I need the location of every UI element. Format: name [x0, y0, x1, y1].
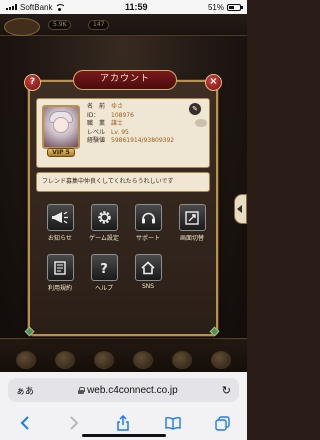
exp-row: 経験値 59861914/93809392 [87, 137, 175, 145]
home-indicator [82, 434, 166, 437]
help-button[interactable]: ? [24, 74, 41, 91]
url-text: web.c4connect.co.jp [87, 384, 178, 396]
url-display[interactable]: web.c4connect.co.jp [78, 385, 178, 396]
megaphone-icon [46, 204, 74, 231]
tabs-button[interactable] [211, 414, 233, 432]
menu-item-help[interactable]: ? ヘルプ [82, 254, 126, 302]
player-name: ゆさ [111, 103, 124, 110]
share-button[interactable] [112, 414, 134, 432]
profile-card: VIP 5 名 前 ゆさ ID： 108976 職 業 謀士 レベル Lv. 9… [36, 98, 210, 168]
help-icon: ? [90, 254, 118, 281]
status-left: SoftBank [6, 2, 65, 12]
menu-item-screen-switch[interactable]: 画面切替 [170, 204, 214, 252]
edit-icon[interactable]: ✎ [189, 103, 201, 115]
battery-icon [226, 3, 243, 11]
forward-button[interactable] [63, 414, 85, 432]
player-exp: 59861914/93809392 [111, 137, 175, 145]
menu-item-terms[interactable]: 利用規約 [38, 254, 82, 302]
bookmarks-button[interactable] [162, 414, 184, 432]
menu-item-support[interactable]: サポート [126, 204, 170, 252]
job-row: 職 業 謀士 [87, 120, 124, 128]
screen-switch-icon [178, 204, 206, 231]
wifi-icon [55, 3, 65, 11]
account-modal: アカウント ? × VIP 5 名 前 ゆさ ID： 108976 職 業 謀士… [24, 70, 222, 337]
level-row: レベル Lv. 95 [87, 128, 129, 136]
account-menu: お知らせ ゲーム設定 サポート 画面切替 利用規約 ? ヘルプ SNS [38, 204, 214, 334]
home-icon [134, 254, 162, 281]
reader-options-button[interactable]: ぁあ [16, 384, 34, 397]
emblem-icon [195, 119, 207, 127]
gear-icon [90, 204, 118, 231]
status-right: 51% [207, 2, 243, 12]
address-field[interactable]: ぁあ web.c4connect.co.jp ↻ [8, 378, 239, 402]
side-drawer-tab[interactable] [234, 194, 247, 224]
menu-item-news[interactable]: お知らせ [38, 204, 82, 252]
menu-item-settings[interactable]: ゲーム設定 [82, 204, 126, 252]
menu-item-sns[interactable]: SNS [126, 254, 170, 302]
signal-icon [6, 4, 17, 10]
close-button[interactable]: × [205, 74, 222, 91]
player-level: Lv. 95 [111, 128, 129, 136]
reload-icon[interactable]: ↻ [222, 384, 231, 397]
modal-title: アカウント [73, 70, 177, 90]
svg-text:?: ? [100, 262, 108, 276]
vip-badge: VIP 5 [47, 148, 75, 157]
avatar[interactable] [42, 105, 80, 149]
profile-message[interactable]: フレンド募集中仲良くしてくれたらうれしいです [36, 172, 210, 192]
headset-icon [134, 204, 162, 231]
battery-percent: 51% [207, 2, 224, 12]
scroll-icon [46, 254, 74, 281]
status-bar: SoftBank 11:59 51% [0, 0, 247, 14]
clock: 11:59 [124, 2, 148, 12]
lock-icon [78, 386, 86, 394]
carrier-label: SoftBank [20, 2, 53, 12]
back-button[interactable] [14, 414, 36, 432]
browser-url-bar: ぁあ web.c4connect.co.jp ↻ [0, 372, 247, 410]
player-id: 108976 [111, 111, 134, 119]
player-job: 謀士 [111, 120, 124, 128]
